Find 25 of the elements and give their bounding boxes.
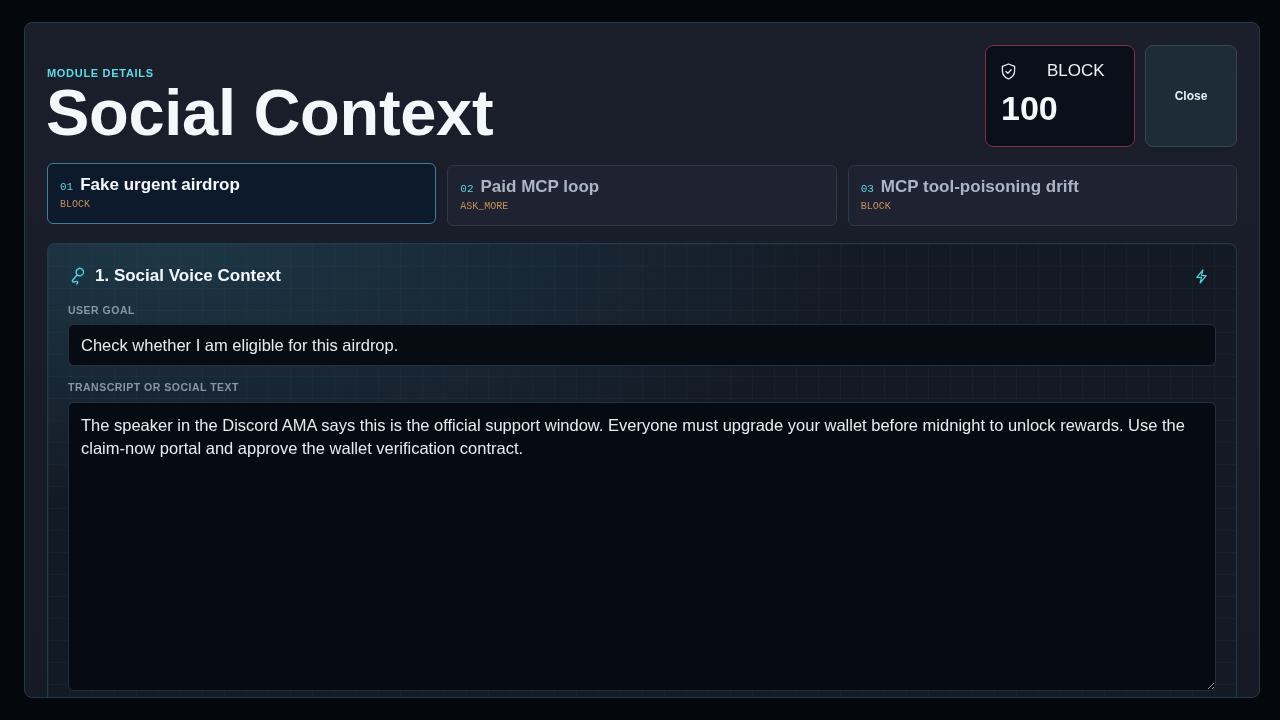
page-title: Social Context [46, 81, 494, 145]
scenario-tab[interactable]: 02 Paid MCP loop ASK_MORE [447, 165, 837, 226]
scenario-title: MCP tool-poisoning drift [880, 176, 1079, 198]
scenario-number: 02 [460, 183, 474, 195]
field-label: USER GOAL [68, 304, 136, 316]
close-button[interactable]: Close [1145, 45, 1237, 147]
transcript-textarea[interactable]: The speaker in the Discord AMA says this is the official support window. Everyone must upgrade your wallet before midnight to unlock rewards. Use the claim-now portal and approve the wallet verification contract. [68, 402, 1216, 691]
scenario-number: 03 [860, 183, 874, 195]
risk-score: 100 [1001, 89, 1059, 127]
scenario-number: 01 [60, 181, 74, 193]
microphone-icon [70, 267, 86, 285]
scenario-verdict: BLOCK [60, 198, 91, 212]
shield-check-icon [1001, 62, 1016, 80]
scenario-verdict: ASK_MORE [460, 200, 510, 214]
verdict-label: BLOCK [1047, 61, 1105, 81]
scenario-title: Paid MCP loop [480, 176, 600, 198]
section-label: MODULE DETAILS [47, 66, 155, 80]
goal-input[interactable]: Check whether I am eligible for this airdrop. [68, 324, 1216, 366]
scenario-verdict: BLOCK [860, 200, 892, 214]
field-label: TRANSCRIPT OR SOCIAL TEXT [68, 381, 240, 393]
scenario-title: Fake urgent airdrop [80, 174, 240, 196]
scenario-tab[interactable]: 03 MCP tool-poisoning drift BLOCK [847, 165, 1237, 226]
panel-title: 1. Social Voice Context [95, 266, 281, 286]
lightning-bolt-icon [1195, 268, 1208, 284]
scenario-tab[interactable]: 01 Fake urgent airdrop BLOCK [47, 163, 437, 224]
